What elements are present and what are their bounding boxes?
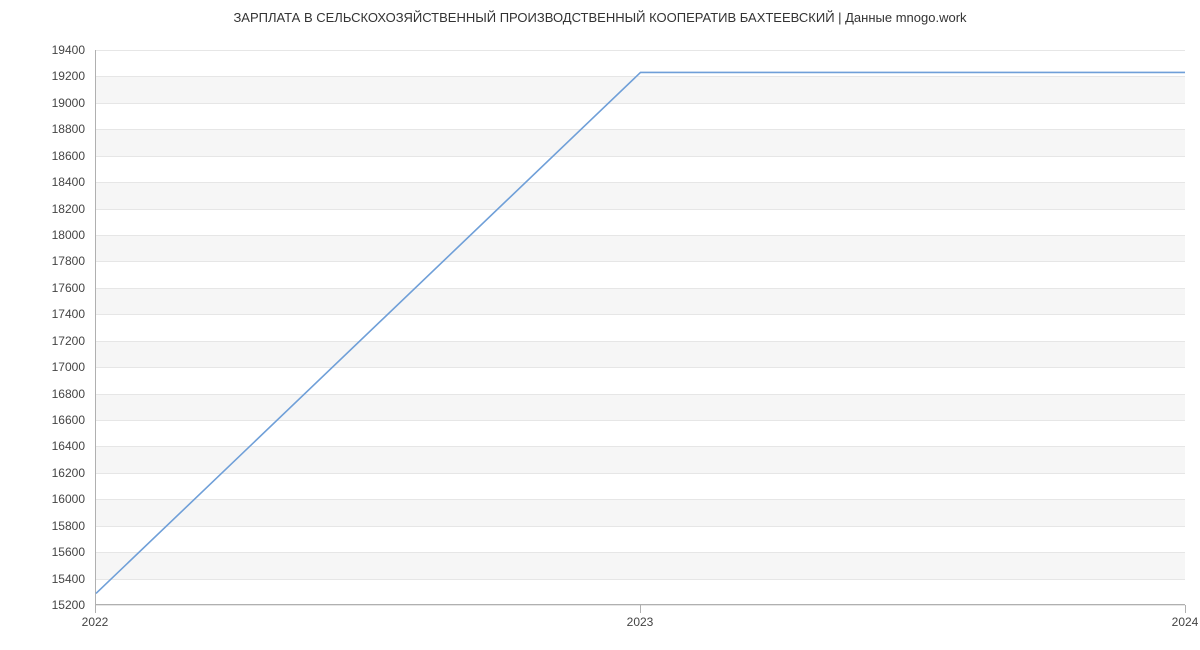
- x-tick-mark: [1185, 605, 1186, 613]
- x-tick-label: 2023: [627, 615, 654, 629]
- y-tick-label: 15400: [5, 572, 85, 586]
- y-tick-label: 17600: [5, 281, 85, 295]
- x-tick-label: 2024: [1172, 615, 1199, 629]
- y-tick-label: 16200: [5, 466, 85, 480]
- y-tick-label: 18000: [5, 228, 85, 242]
- y-tick-label: 18600: [5, 149, 85, 163]
- y-tick-label: 16800: [5, 387, 85, 401]
- y-tick-label: 16000: [5, 492, 85, 506]
- y-tick-label: 17200: [5, 334, 85, 348]
- y-tick-label: 18400: [5, 175, 85, 189]
- y-tick-label: 15200: [5, 598, 85, 612]
- x-tick-label: 2022: [82, 615, 109, 629]
- x-axis-ticks: 202220232024: [95, 605, 1185, 635]
- y-tick-label: 17400: [5, 307, 85, 321]
- y-tick-label: 17800: [5, 254, 85, 268]
- x-tick-mark: [95, 605, 96, 613]
- series-layer: [96, 50, 1185, 604]
- y-tick-label: 18800: [5, 122, 85, 136]
- y-tick-label: 16400: [5, 439, 85, 453]
- y-tick-label: 19000: [5, 96, 85, 110]
- y-tick-label: 19400: [5, 43, 85, 57]
- y-tick-label: 18200: [5, 202, 85, 216]
- salary-line-chart: ЗАРПЛАТА В СЕЛЬСКОХОЗЯЙСТВЕННЫЙ ПРОИЗВОД…: [0, 0, 1200, 650]
- y-tick-label: 16600: [5, 413, 85, 427]
- chart-title: ЗАРПЛАТА В СЕЛЬСКОХОЗЯЙСТВЕННЫЙ ПРОИЗВОД…: [0, 10, 1200, 25]
- y-tick-label: 19200: [5, 69, 85, 83]
- y-tick-label: 15800: [5, 519, 85, 533]
- x-tick-mark: [640, 605, 641, 613]
- y-tick-label: 15600: [5, 545, 85, 559]
- y-tick-label: 17000: [5, 360, 85, 374]
- series-line: [96, 72, 1185, 593]
- plot-area: [95, 50, 1185, 605]
